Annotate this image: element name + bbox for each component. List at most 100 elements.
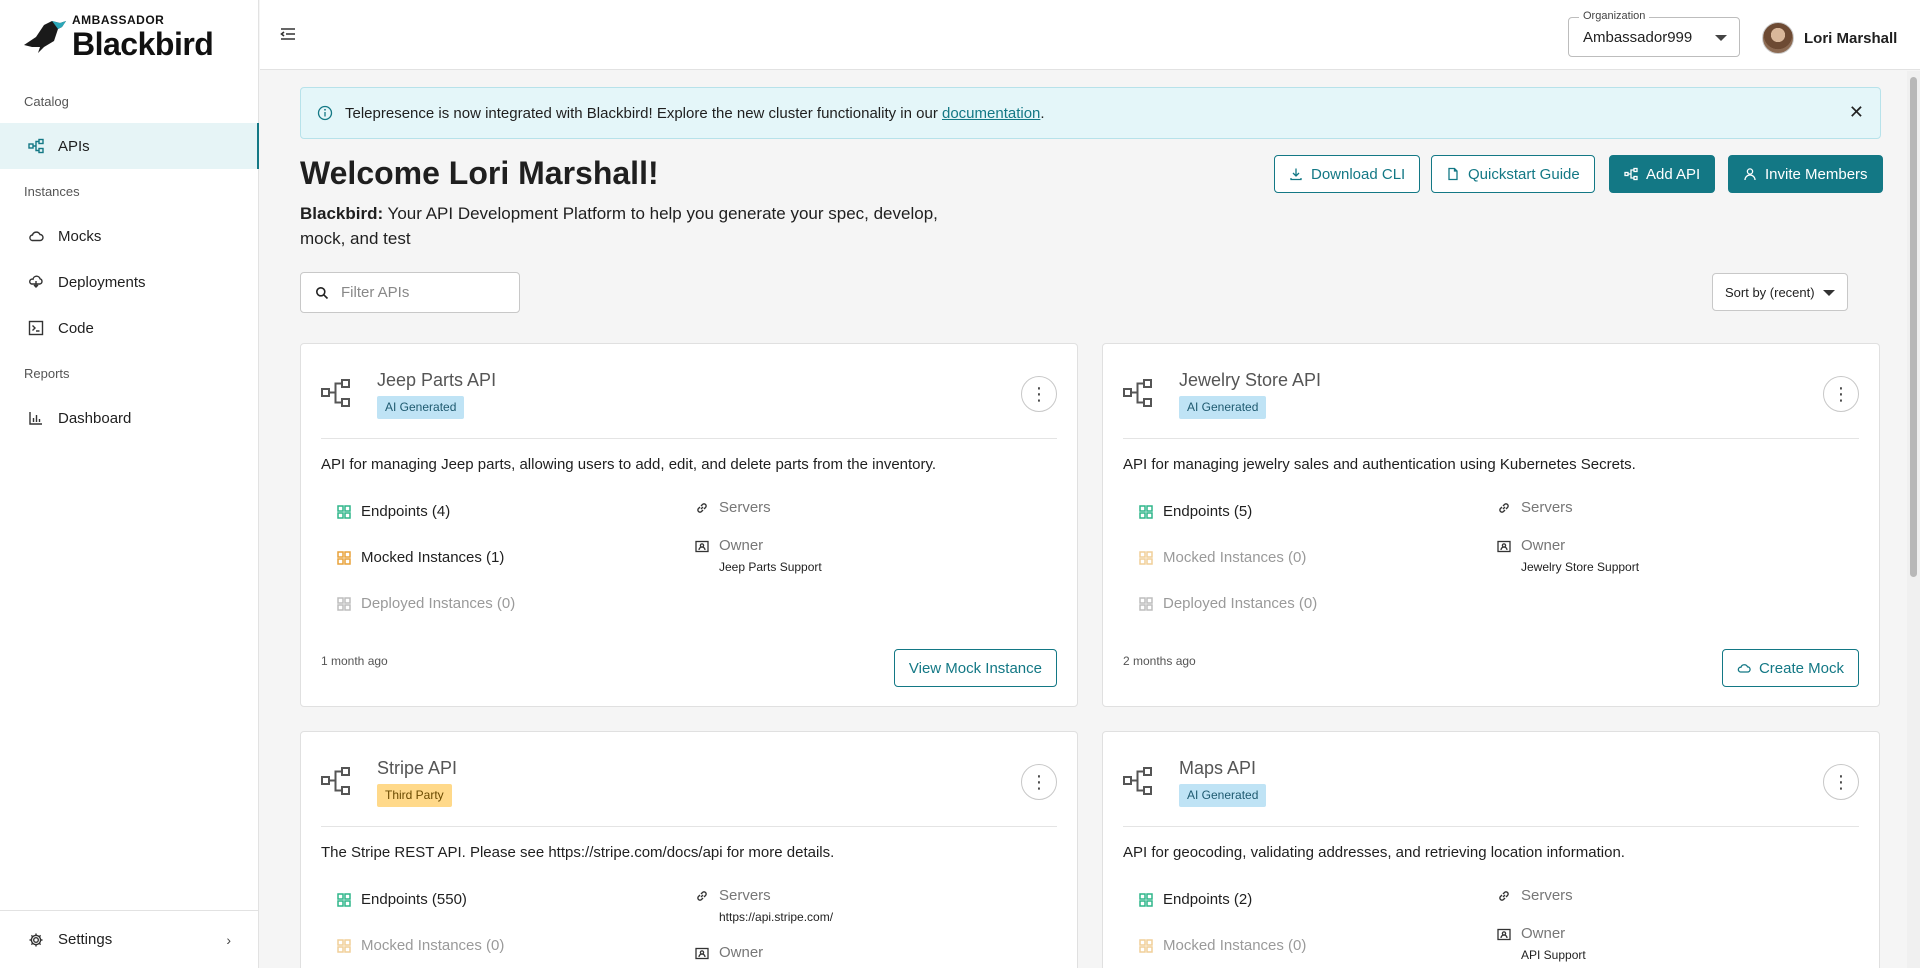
endpoints-label: Endpoints (550) xyxy=(361,891,467,908)
bar-chart-icon xyxy=(28,410,44,426)
api-icon xyxy=(1624,167,1638,181)
settings-label: Settings xyxy=(58,931,113,948)
ambassador-blackbird-logo[interactable]: AMBASSADOR Blackbird xyxy=(22,12,214,62)
sidebar-item-mocks[interactable]: Mocks xyxy=(0,213,259,259)
deployed-instances-label: Deployed Instances (0) xyxy=(361,595,516,612)
section-catalog: Catalog xyxy=(24,94,69,109)
link-icon xyxy=(1497,889,1511,903)
download-cli-button[interactable]: Download CLI xyxy=(1274,155,1421,193)
ai-generated-badge: AI Generated xyxy=(1179,784,1267,807)
grid-icon xyxy=(1139,938,1153,953)
documentation-link[interactable]: documentation xyxy=(942,105,1040,122)
ai-generated-badge: AI Generated xyxy=(1179,396,1267,419)
api-icon xyxy=(321,378,351,408)
create-mock-button[interactable]: Create Mock xyxy=(1721,649,1859,687)
section-reports: Reports xyxy=(24,366,70,381)
banner-text: Telepresence is now integrated with Blac… xyxy=(345,104,1045,122)
link-icon xyxy=(695,889,709,903)
api-title[interactable]: Jewelry Store API xyxy=(1179,370,1321,391)
mocked-instances-label: Mocked Instances (0) xyxy=(361,937,505,954)
endpoints-stat[interactable]: Endpoints (5) xyxy=(1139,503,1252,520)
organization-value: Ambassador999 xyxy=(1583,29,1693,46)
scrollbar-thumb[interactable] xyxy=(1910,77,1917,577)
organization-label: Organization xyxy=(1579,10,1650,22)
sidebar: AMBASSADOR Blackbird Catalog APIs Instan… xyxy=(0,0,259,968)
api-card[interactable]: Jeep Parts API AI Generated ⋮ API for ma… xyxy=(300,343,1078,707)
info-icon xyxy=(317,105,333,121)
brand-small-text: AMBASSADOR xyxy=(72,13,165,27)
mocked-instances-stat[interactable]: Mocked Instances (1) xyxy=(337,549,504,566)
sidebar-item-code[interactable]: Code xyxy=(0,305,259,351)
collapse-menu-icon[interactable] xyxy=(278,24,298,44)
filter-apis-input[interactable] xyxy=(341,284,501,301)
add-api-label: Add API xyxy=(1646,165,1701,183)
user-icon xyxy=(1743,167,1757,181)
add-api-button[interactable]: Add API xyxy=(1609,155,1716,193)
link-icon xyxy=(695,501,709,515)
deployed-instances-stat[interactable]: Deployed Instances (0) xyxy=(1139,595,1317,612)
owner-label: Owner xyxy=(695,537,763,554)
sort-select[interactable]: Sort by (recent) xyxy=(1712,273,1848,311)
main-scrollbar[interactable] xyxy=(1907,71,1920,968)
more-options-icon[interactable]: ⋮ xyxy=(1823,376,1859,412)
more-options-icon[interactable]: ⋮ xyxy=(1021,764,1057,800)
info-banner: Telepresence is now integrated with Blac… xyxy=(300,87,1881,139)
divider xyxy=(1123,438,1859,439)
organization-select[interactable]: Organization Ambassador999 xyxy=(1568,10,1740,57)
api-card[interactable]: Maps API AI Generated ⋮ API for geocodin… xyxy=(1102,731,1880,968)
grid-icon xyxy=(1139,892,1153,907)
invite-members-button[interactable]: Invite Members xyxy=(1728,155,1883,193)
updated-time: 2 months ago xyxy=(1123,654,1196,668)
api-title[interactable]: Stripe API xyxy=(377,758,457,779)
sort-label: Sort by (recent) xyxy=(1725,284,1815,300)
main-content: Telepresence is now integrated with Blac… xyxy=(260,71,1907,968)
api-icon xyxy=(1123,378,1153,408)
sidebar-item-dashboard[interactable]: Dashboard xyxy=(0,395,259,441)
api-description: API for geocoding, validating addresses,… xyxy=(1123,844,1625,861)
more-options-icon[interactable]: ⋮ xyxy=(1823,764,1859,800)
id-card-icon xyxy=(1497,927,1511,941)
sidebar-item-deployments[interactable]: Deployments xyxy=(0,259,259,305)
view-mock-instance-button[interactable]: View Mock Instance xyxy=(893,649,1057,687)
endpoints-label: Endpoints (5) xyxy=(1163,503,1253,520)
deployed-instances-label: Deployed Instances (0) xyxy=(1163,595,1318,612)
deployed-instances-stat[interactable]: Deployed Instances (0) xyxy=(337,595,515,612)
owner-value: Jeep Parts Support xyxy=(719,560,822,574)
sidebar-item-label: Dashboard xyxy=(58,409,132,427)
id-card-icon xyxy=(1497,539,1511,553)
download-icon xyxy=(1289,167,1303,181)
owner-label: Owner xyxy=(1497,537,1565,554)
sidebar-item-apis[interactable]: APIs xyxy=(0,123,259,169)
settings-button[interactable]: Settings › xyxy=(0,910,259,968)
servers-text: Servers xyxy=(719,887,771,904)
close-icon[interactable]: ✕ xyxy=(1849,102,1864,123)
grid-icon xyxy=(1139,596,1153,611)
user-menu[interactable]: Lori Marshall xyxy=(1762,22,1897,54)
divider xyxy=(1123,826,1859,827)
api-title[interactable]: Jeep Parts API xyxy=(377,370,496,391)
api-title[interactable]: Maps API xyxy=(1179,758,1256,779)
endpoints-label: Endpoints (2) xyxy=(1163,891,1253,908)
mocked-instances-stat[interactable]: Mocked Instances (0) xyxy=(337,937,504,954)
api-card[interactable]: Jewelry Store API AI Generated ⋮ API for… xyxy=(1102,343,1880,707)
endpoints-stat[interactable]: Endpoints (2) xyxy=(1139,891,1252,908)
dropdown-caret-icon xyxy=(1715,35,1727,41)
mocked-instances-stat[interactable]: Mocked Instances (0) xyxy=(1139,549,1306,566)
grid-icon xyxy=(337,596,351,611)
endpoints-stat[interactable]: Endpoints (4) xyxy=(337,503,450,520)
more-options-icon[interactable]: ⋮ xyxy=(1021,376,1057,412)
sidebar-item-label: Mocks xyxy=(58,227,102,245)
grid-icon xyxy=(337,938,351,953)
quickstart-guide-button[interactable]: Quickstart Guide xyxy=(1431,155,1595,193)
mocked-instances-stat[interactable]: Mocked Instances (0) xyxy=(1139,937,1306,954)
api-card[interactable]: Stripe API Third Party ⋮ The Stripe REST… xyxy=(300,731,1078,968)
servers-text: Servers xyxy=(1521,887,1573,904)
filter-apis-field[interactable] xyxy=(300,272,520,313)
owner-text: Owner xyxy=(1521,925,1566,942)
chevron-right-icon: › xyxy=(226,931,231,948)
endpoints-stat[interactable]: Endpoints (550) xyxy=(337,891,467,908)
blackbird-logo-icon xyxy=(24,21,66,53)
search-icon xyxy=(315,286,329,300)
gear-icon xyxy=(28,932,44,948)
third-party-badge: Third Party xyxy=(377,784,452,807)
